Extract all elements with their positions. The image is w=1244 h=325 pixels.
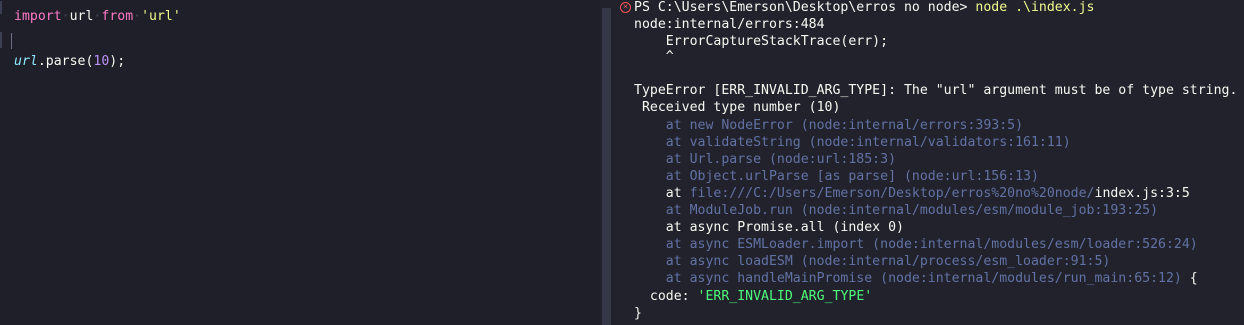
file-path-link[interactable]: file:///C:/Users/Emerson/Desktop/erros%2…: [690, 186, 1095, 201]
code-editor[interactable]: import·url·from·'url' url.parse(10);: [0, 0, 600, 325]
identifier-url: url: [69, 9, 94, 24]
stack-frame: at async handleMainPromise (node:interna…: [634, 270, 1198, 287]
stack-frame: at ModuleJob.run (node:internal/modules/…: [634, 203, 1159, 218]
stack-frame: at Object.urlParse [as parse] (node:url:…: [634, 169, 1039, 184]
code-key: code:: [634, 289, 698, 304]
error-circle-icon[interactable]: ✕: [620, 2, 631, 13]
whitespace-dot: ·: [133, 9, 142, 24]
stack-frame-text: at async handleMainPromise (node:interna…: [634, 271, 1182, 286]
text-cursor: [11, 33, 12, 49]
stack-frame: at new NodeError (node:internal/errors:3…: [634, 118, 1024, 133]
keyword-import: import: [14, 9, 62, 24]
variable-url: url: [14, 54, 38, 69]
stack-frame: at async ESMLoader.import (node:internal…: [634, 237, 1198, 252]
number-literal: 10: [93, 54, 110, 69]
terminal-error-message: TypeError [ERR_INVALID_ARG_TYPE]: The "u…: [634, 83, 1238, 98]
open-brace: {: [1181, 271, 1198, 286]
error-code-line: code: 'ERR_INVALID_ARG_TYPE': [634, 288, 872, 305]
whitespace-dot: ·: [61, 9, 70, 24]
call-end: );: [109, 54, 126, 69]
string-url: 'url': [141, 9, 181, 24]
terminal-output-line: ^: [634, 49, 674, 64]
code-line-3[interactable]: url.parse(10);: [14, 53, 125, 70]
stack-frame-at: at: [634, 186, 690, 201]
stack-frame: at Url.parse (node:url:185:3): [634, 152, 897, 167]
method-parse: .parse(: [37, 54, 94, 69]
scrollbar-thumb[interactable]: [602, 8, 611, 325]
terminal-prompt-line: PS C:\Users\Emerson\Desktop\erros no nod…: [634, 0, 1095, 16]
stack-frame: at validateString (node:internal/validat…: [634, 135, 1071, 150]
terminal-output-line: Received type number (10): [634, 100, 841, 115]
stack-frame: at async loadESM (node:internal/process/…: [634, 254, 1111, 269]
stack-frame: at async Promise.all (index 0): [634, 220, 904, 235]
gutter-change-marker: [0, 32, 2, 48]
gutter-change-marker: [0, 1, 2, 14]
terminal-command: node .\index.js: [975, 0, 1095, 15]
keyword-from: from: [101, 9, 134, 24]
stack-frame-user-file[interactable]: at file:///C:/Users/Emerson/Desktop/erro…: [634, 185, 1190, 202]
code-value: 'ERR_INVALID_ARG_TYPE': [697, 289, 873, 304]
code-line-1[interactable]: import·url·from·'url': [14, 8, 181, 25]
close-brace: }: [634, 306, 642, 321]
file-name-link[interactable]: index.js:3:5: [1095, 186, 1190, 201]
terminal-output-line: node:internal/errors:484: [634, 17, 825, 32]
terminal-prompt: PS C:\Users\Emerson\Desktop\erros no nod…: [634, 0, 976, 15]
